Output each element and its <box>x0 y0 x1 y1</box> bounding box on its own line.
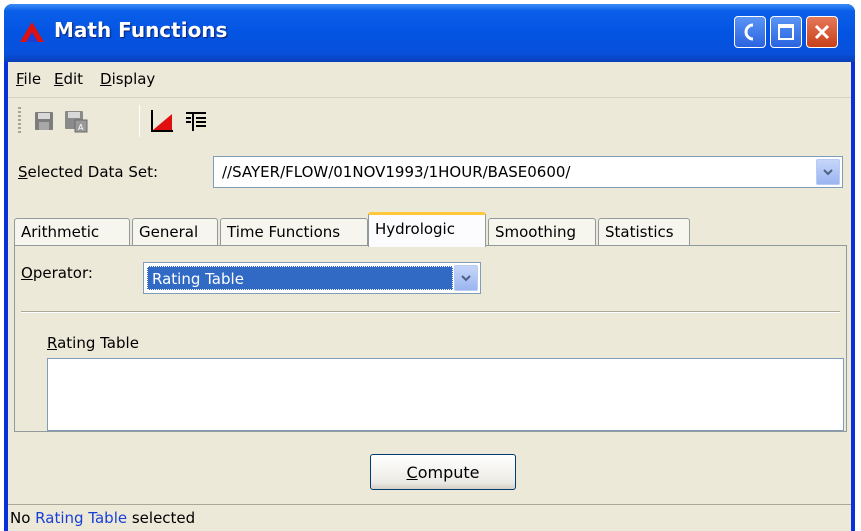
compute-button[interactable]: Compute <box>370 454 516 490</box>
menu-edit[interactable]: Edit <box>54 70 83 88</box>
plot-icon <box>151 110 173 132</box>
hydrologic-panel-body: Operator: Rating Table Rating Table <box>15 246 846 431</box>
tabulate-icon <box>186 112 206 131</box>
toolbar-separator <box>139 105 140 137</box>
selected-dataset-value: //SAYER/FLOW/01NOV1993/1HOUR/BASE0600/ <box>222 163 571 181</box>
status-prefix: No <box>10 509 36 527</box>
title-bar[interactable]: Math Functions <box>4 4 855 62</box>
math-functions-window: Math Functions File Edit Display A Selec… <box>4 4 855 531</box>
menu-display[interactable]: Display <box>100 70 155 88</box>
app-icon <box>20 22 44 42</box>
rating-table-label: Rating Table <box>47 334 139 352</box>
maximize-button[interactable] <box>770 16 802 48</box>
save-button[interactable] <box>30 107 58 135</box>
operator-value: Rating Table <box>147 266 453 290</box>
tab-time-functions[interactable]: Time Functions <box>220 218 368 246</box>
status-suffix: selected <box>127 509 196 527</box>
operator-label: Operator: <box>21 264 93 282</box>
window-title: Math Functions <box>54 18 228 42</box>
hydrologic-panel: Operator: Rating Table Rating Table <box>14 245 847 432</box>
menu-file[interactable]: File <box>16 70 41 88</box>
function-tabs: Arithmetic General Time Functions Hydrol… <box>14 212 849 247</box>
save-icon <box>35 112 53 130</box>
rating-table-list[interactable] <box>47 358 844 431</box>
tab-arithmetic[interactable]: Arithmetic <box>14 218 130 246</box>
toolbar: A <box>8 99 851 143</box>
tab-hydrologic[interactable]: Hydrologic <box>368 212 486 247</box>
save-as-button[interactable]: A <box>62 107 90 135</box>
selected-dataset-combo[interactable]: //SAYER/FLOW/01NOV1993/1HOUR/BASE0600/ <box>213 156 843 188</box>
client-area: File Edit Display A Selected Data Set: /… <box>8 62 851 531</box>
operator-combo[interactable]: Rating Table <box>143 262 481 294</box>
close-button[interactable] <box>806 16 838 48</box>
toolbar-grip[interactable] <box>18 107 21 135</box>
minimize-button[interactable] <box>734 16 766 48</box>
status-rating-table-link: Rating Table <box>35 509 128 527</box>
maximize-icon <box>778 24 794 40</box>
selected-dataset-label: Selected Data Set: <box>18 163 159 181</box>
chevron-down-icon <box>461 275 471 282</box>
tabulate-button[interactable] <box>182 107 210 135</box>
close-icon <box>814 24 830 40</box>
operator-dropdown-button[interactable] <box>454 265 478 291</box>
panel-separator <box>21 311 840 313</box>
svg-text:A: A <box>78 123 84 132</box>
tab-statistics[interactable]: Statistics <box>598 218 690 246</box>
dataset-dropdown-button[interactable] <box>816 159 840 185</box>
minimize-icon <box>744 23 754 41</box>
menu-bar: File Edit Display <box>8 62 851 98</box>
status-bar: No Rating Table selected <box>8 504 851 531</box>
plot-button[interactable] <box>148 107 176 135</box>
tab-general[interactable]: General <box>132 218 218 246</box>
chevron-down-icon <box>823 169 833 176</box>
save-as-icon: A <box>65 111 88 133</box>
tab-smoothing[interactable]: Smoothing <box>488 218 596 246</box>
